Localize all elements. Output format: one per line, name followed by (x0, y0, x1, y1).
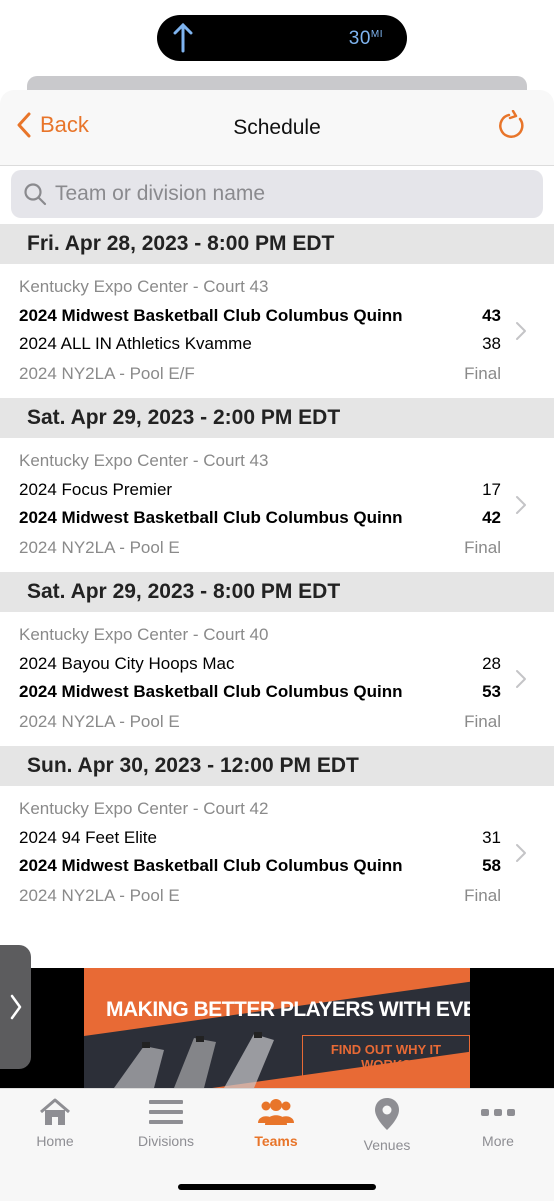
dynamic-island[interactable]: 30MI (157, 15, 407, 61)
team-score: 43 (482, 306, 501, 325)
team-name: 2024 ALL IN Athletics Kvamme (19, 334, 252, 353)
team-name: 2024 Bayou City Hoops Mac (19, 654, 235, 673)
navigation-bar: Back Schedule (0, 90, 554, 166)
team-score: 42 (482, 508, 501, 527)
venue-label: Kentucky Expo Center - Court 43 (19, 451, 269, 470)
date-header: Sun. Apr 30, 2023 - 12:00 PM EDT (0, 746, 554, 786)
chevron-right-icon (10, 994, 21, 1020)
search-bar[interactable] (11, 170, 543, 218)
game-status: Final (464, 712, 501, 731)
nav-arrow-icon (173, 23, 193, 53)
search-icon (24, 183, 47, 206)
pool-label: 2024 NY2LA - Pool E (19, 538, 180, 557)
chevron-right-icon (516, 670, 526, 688)
team-name: 2024 Midwest Basketball Club Columbus Qu… (19, 508, 403, 527)
map-pin-icon (375, 1098, 399, 1130)
game-status: Final (464, 538, 501, 557)
tab-divisions[interactable]: Divisions (111, 1097, 221, 1149)
search-input[interactable] (55, 182, 495, 206)
tab-more[interactable]: More (443, 1097, 553, 1149)
team-name: 2024 Focus Premier (19, 480, 173, 499)
tab-venues[interactable]: Venues (332, 1097, 442, 1153)
home-indicator[interactable] (178, 1184, 376, 1190)
game-row[interactable]: Kentucky Expo Center - Court 43 2024 Foc… (0, 438, 554, 572)
tab-home[interactable]: Home (0, 1097, 110, 1149)
schedule-list: Fri. Apr 28, 2023 - 8:00 PM EDT Kentucky… (0, 224, 554, 920)
venue-label: Kentucky Expo Center - Court 42 (19, 799, 269, 818)
venue-label: Kentucky Expo Center - Court 43 (19, 277, 269, 296)
team-score: 58 (482, 856, 501, 875)
date-header: Fri. Apr 28, 2023 - 8:00 PM EDT (0, 224, 554, 264)
tab-teams[interactable]: Teams (221, 1097, 331, 1149)
game-row[interactable]: Kentucky Expo Center - Court 40 2024 Bay… (0, 612, 554, 746)
date-header: Sat. Apr 29, 2023 - 2:00 PM EDT (0, 398, 554, 438)
page-title: Schedule (233, 116, 321, 139)
ad-cta-button[interactable]: FIND OUT WHY IT WORKS (302, 1035, 470, 1079)
refresh-icon[interactable] (496, 110, 526, 142)
ad-creative[interactable]: MAKING BETTER PLAYERS WITH EVERY SHOT FI… (84, 968, 470, 1088)
team-name: 2024 Midwest Basketball Club Columbus Qu… (19, 856, 403, 875)
team-name: 2024 Midwest Basketball Club Columbus Qu… (19, 306, 403, 325)
game-row[interactable]: Kentucky Expo Center - Court 42 2024 94 … (0, 786, 554, 920)
game-status: Final (464, 886, 501, 905)
raised-hands-image (114, 1032, 274, 1088)
pool-label: 2024 NY2LA - Pool E (19, 886, 180, 905)
game-row[interactable]: Kentucky Expo Center - Court 43 2024 Mid… (0, 264, 554, 398)
venue-label: Kentucky Expo Center - Court 40 (19, 625, 269, 644)
team-score: 38 (482, 334, 501, 353)
people-icon (258, 1099, 294, 1125)
home-icon (40, 1098, 70, 1125)
team-name: 2024 94 Feet Elite (19, 828, 157, 847)
ad-banner[interactable]: MAKING BETTER PLAYERS WITH EVERY SHOT FI… (0, 968, 554, 1088)
chevron-right-icon (516, 322, 526, 340)
list-icon (149, 1100, 183, 1124)
nav-distance: 30MI (348, 28, 383, 49)
tab-label: Teams (254, 1133, 298, 1149)
team-name: 2024 Midwest Basketball Club Columbus Qu… (19, 682, 403, 701)
more-icon (481, 1109, 515, 1116)
chevron-right-icon (516, 844, 526, 862)
team-score: 28 (482, 654, 501, 673)
team-score: 17 (482, 480, 501, 499)
ad-headline: MAKING BETTER PLAYERS WITH EVERY SHOT (106, 998, 470, 1021)
tab-label: More (482, 1133, 514, 1149)
team-score: 31 (482, 828, 501, 847)
date-header: Sat. Apr 29, 2023 - 8:00 PM EDT (0, 572, 554, 612)
chevron-right-icon (516, 496, 526, 514)
side-panel-tab[interactable] (0, 945, 31, 1069)
game-status: Final (464, 364, 501, 383)
pool-label: 2024 NY2LA - Pool E/F (19, 364, 195, 383)
tab-label: Divisions (137, 1133, 194, 1149)
team-score: 53 (482, 682, 501, 701)
tab-label: Venues (363, 1137, 411, 1153)
pool-label: 2024 NY2LA - Pool E (19, 712, 180, 731)
tab-label: Home (36, 1133, 74, 1149)
